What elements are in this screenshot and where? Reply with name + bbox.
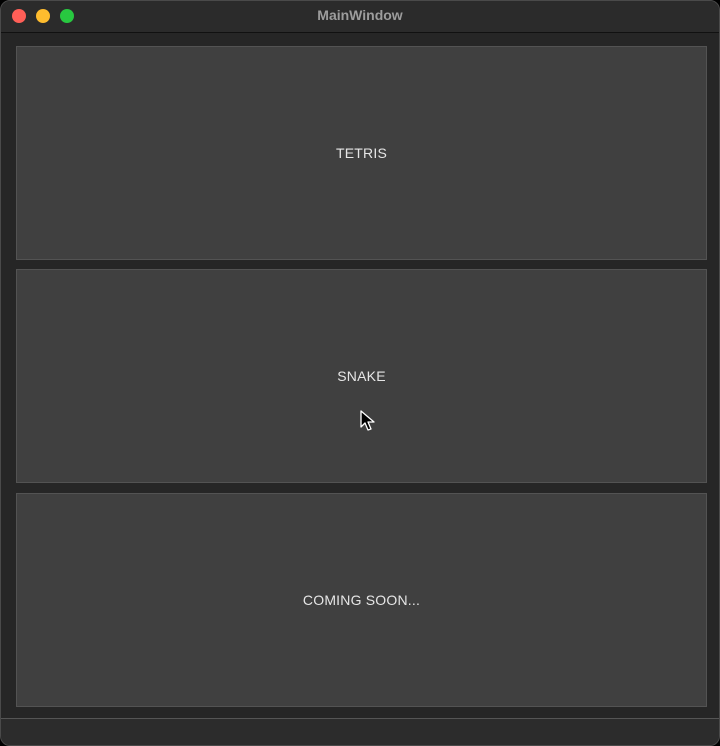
tetris-button[interactable]: TETRIS — [16, 46, 707, 260]
coming-soon-button-label: COMING SOON... — [302, 592, 421, 608]
snake-button[interactable]: SNAKE — [16, 269, 707, 483]
coming-soon-button[interactable]: COMING SOON... — [16, 493, 707, 707]
main-window: MainWindow TETRIS SNAKE COMING SOON... — [0, 0, 720, 746]
title-bar[interactable]: MainWindow — [1, 1, 719, 33]
window-title: MainWindow — [317, 7, 403, 23]
status-bar — [1, 718, 719, 745]
snake-button-label: SNAKE — [337, 368, 386, 384]
game-menu: TETRIS SNAKE COMING SOON... — [1, 33, 719, 718]
tetris-button-label: TETRIS — [336, 145, 387, 161]
